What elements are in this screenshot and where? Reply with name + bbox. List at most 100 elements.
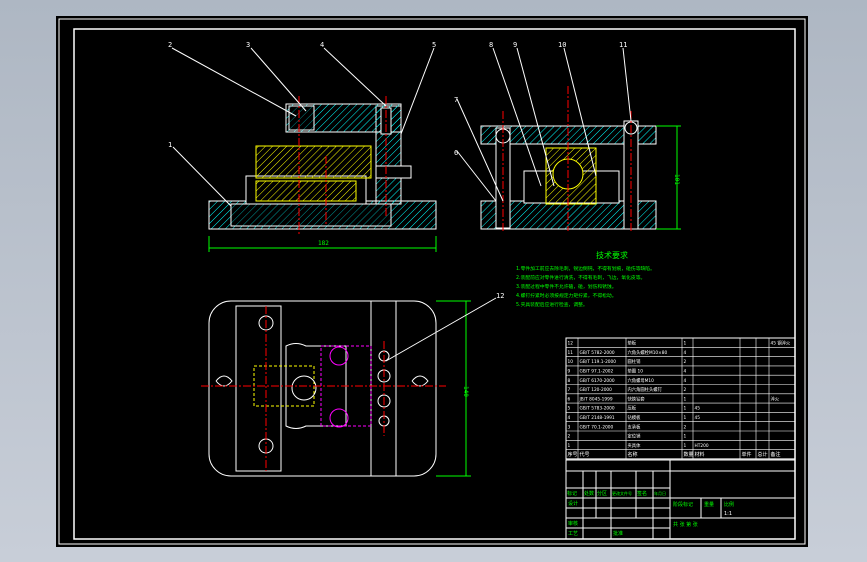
bom-cell-note: 淬火	[771, 395, 780, 402]
bom-cell-material: HT200	[695, 443, 709, 449]
bom-cell-qty: 2	[684, 359, 687, 365]
bom-cell-material: 45	[695, 415, 701, 421]
tech-line-4: 4.螺钉拧紧时必须按规定力矩拧紧，不得松动。	[516, 292, 617, 299]
bom-header-total: 总计	[758, 451, 768, 458]
tb-label-zone: 分区	[597, 490, 607, 497]
dim-front-width: 182	[318, 240, 329, 247]
bom-cell-name: 夹具体	[628, 442, 642, 449]
bom-cell-no: 5	[568, 406, 571, 412]
bom-cell-no: 10	[568, 359, 574, 365]
bom-cell-qty: 1	[684, 396, 687, 402]
bom-cell-qty: 1	[684, 415, 687, 421]
bom-cell-code: GB/T 2148-1991	[580, 415, 615, 421]
bom-cell-code: GB/T 119.1-2000	[580, 359, 617, 365]
bom-cell-qty: 4	[684, 378, 687, 384]
bom-cell-no: 4	[568, 415, 571, 421]
tech-line-2: 2.装配前应对零件进行清洗，不得有毛刺，飞边，氧化皮等。	[516, 274, 645, 281]
tb-scale-value: 1:1	[724, 511, 732, 517]
callout-9: 9	[513, 41, 517, 49]
bom-cell-qty: 1	[684, 341, 687, 347]
bom-cell-no: 2	[568, 434, 571, 440]
bom-header-code: 代号	[580, 451, 590, 458]
bom-cell-qty: 1	[684, 443, 687, 449]
bom-cell-code: GB/T 6170-2000	[580, 378, 615, 384]
bom-header-material: 材料	[695, 451, 705, 458]
tb-label-approve: 批准	[613, 530, 623, 537]
dim-side-height: 101	[673, 174, 680, 185]
callout-5: 5	[432, 41, 436, 49]
tech-line-3: 3.装配过程中零件不允许磕，碰，划伤和锈蚀。	[516, 283, 617, 290]
bom-cell-no: 11	[568, 350, 574, 356]
bom-cell-no: 7	[568, 387, 571, 393]
callout-11: 11	[619, 41, 627, 49]
tb-weight: 重量	[704, 501, 714, 508]
callout-2: 2	[168, 41, 172, 49]
bill-of-materials: 12 垫板 1 45 钢淬火11 GB/T 5782-2000 六角头螺栓M10×80 41…	[565, 337, 796, 460]
bom-header-qty: 数量	[684, 451, 694, 458]
cad-drawing: 182 1 2 3 4 5 101 6 7 8 9 10 11 140 12 技…	[58, 18, 806, 545]
tech-line-1: 1.零件加工前应去除毛刺，锐边倒钝，不得有划痕，碰伤等缺陷。	[516, 265, 655, 272]
callout-7: 7	[454, 96, 458, 104]
bom-cell-qty: 4	[684, 350, 687, 356]
tb-scale: 比例	[724, 501, 734, 508]
callout-6: 6	[454, 149, 458, 157]
tb-label-count: 处数	[584, 490, 594, 497]
bom-cell-no: 12	[568, 341, 574, 347]
bom-cell-qty: 2	[684, 387, 687, 393]
bom-cell-name: 垫板	[628, 340, 637, 347]
tb-sheet-info: 共 张 第 张	[673, 521, 698, 528]
bom-cell-qty: 1	[684, 434, 687, 440]
bom-cell-code: GB/T 97.1-2002	[580, 369, 614, 375]
bom-cell-no: 9	[568, 369, 571, 375]
bom-cell-no: 3	[568, 424, 571, 430]
tb-label-change: 更改文件号	[612, 490, 632, 496]
side-view: 101	[456, 47, 681, 231]
bom-header-unit: 单件	[742, 451, 752, 458]
tb-label-design: 设计	[568, 500, 578, 507]
callout-8: 8	[489, 41, 493, 49]
callout-12: 12	[496, 292, 504, 300]
tb-label-sign: 签名	[637, 490, 647, 497]
top-view: 140	[201, 297, 497, 477]
bom-cell-qty: 2	[684, 424, 687, 430]
tech-line-5: 5.夹具装配后应进行检查，调整。	[516, 301, 588, 308]
dim-top-depth: 140	[462, 386, 469, 397]
bom-cell-name: 压板	[628, 405, 637, 412]
bom-header-no: 序号	[568, 451, 578, 458]
bom-cell-no: 1	[568, 443, 571, 449]
bom-cell-name: 内六角圆柱头螺钉	[628, 386, 663, 393]
bom-cell-name: 垫圈 10	[628, 368, 644, 375]
bom-cell-name: 六角螺母M10	[628, 377, 655, 384]
bom-cell-name: 定位销	[628, 433, 642, 440]
bom-cell-no: 6	[568, 396, 571, 402]
callout-1: 1	[168, 141, 172, 149]
bom-header-name: 名称	[628, 451, 638, 458]
bom-cell-code: JB/T 8045-1999	[579, 396, 613, 402]
tb-label-check: 审核	[568, 520, 578, 527]
tb-label-date: 年月日	[654, 490, 666, 496]
bom-cell-note: 45 钢淬火	[771, 340, 791, 347]
tb-label-process: 工艺	[568, 531, 578, 537]
bom-cell-qty: 4	[684, 369, 687, 375]
bom-cell-name: 快换钻套	[628, 395, 646, 402]
bom-cell-material: 45	[695, 406, 701, 412]
bom-cell-code: GB/T 70.1-2000	[580, 424, 614, 430]
callout-10: 10	[558, 41, 566, 49]
drawing-sheet: 182 1 2 3 4 5 101 6 7 8 9 10 11 140 12 技…	[56, 16, 808, 547]
bom-cell-code: GB/T 5783-2000	[580, 406, 615, 412]
tb-label-mark: 标记	[567, 490, 577, 497]
front-view: 182	[171, 47, 437, 252]
callout-4: 4	[320, 41, 324, 49]
bom-cell-name: 圆柱销	[628, 358, 642, 365]
callout-3: 3	[246, 41, 250, 49]
tech-title: 技术要求	[596, 250, 628, 260]
tech-requirements: 技术要求 1.零件加工前应去除毛刺，锐边倒钝，不得有划痕，碰伤等缺陷。 2.装配…	[516, 250, 655, 308]
title-block: 标记 处数 分区 更改文件号 签名 年月日 设计 审核 工艺 批准 阶段标记 重…	[565, 459, 796, 540]
tb-stage: 阶段标记	[673, 501, 693, 508]
bom-cell-code: GB/T 120-2000	[580, 387, 613, 393]
bom-header-note: 备注	[771, 451, 781, 458]
bom-cell-no: 8	[568, 378, 571, 384]
bom-cell-qty: 1	[684, 406, 687, 412]
bom-cell-name: 钻模板	[628, 414, 642, 421]
bom-cell-name: 六角头螺栓M10×80	[628, 349, 668, 356]
